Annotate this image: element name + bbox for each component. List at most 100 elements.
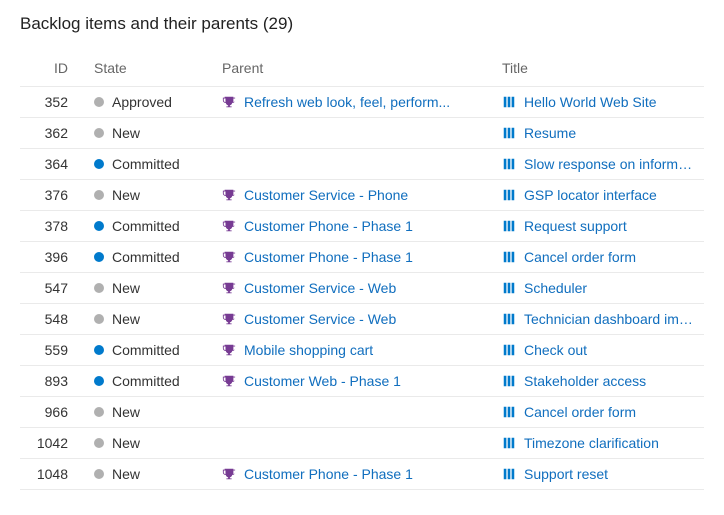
cell-state: New: [88, 397, 216, 428]
title-link[interactable]: Cancel order form: [524, 404, 698, 420]
cell-title: Hello World Web Site: [496, 87, 704, 118]
feature-icon: [222, 188, 236, 202]
pbi-icon: [502, 126, 516, 140]
table-row[interactable]: 362 New Resume: [20, 118, 704, 149]
title-link[interactable]: Stakeholder access: [524, 373, 698, 389]
parent-link[interactable]: Refresh web look, feel, perform...: [244, 94, 490, 110]
cell-parent: Refresh web look, feel, perform...: [216, 87, 496, 118]
table-row[interactable]: 547 New Customer Service - Web Scheduler: [20, 273, 704, 304]
pbi-icon: [502, 405, 516, 419]
title-link[interactable]: Scheduler: [524, 280, 698, 296]
feature-icon: [222, 281, 236, 295]
title-link[interactable]: Resume: [524, 125, 698, 141]
cell-title: Stakeholder access: [496, 366, 704, 397]
title-link[interactable]: GSP locator interface: [524, 187, 698, 203]
state-text: Committed: [112, 218, 180, 234]
pbi-icon: [502, 250, 516, 264]
title-link[interactable]: Support reset: [524, 466, 698, 482]
table-row[interactable]: 376 New Customer Service - Phone GSP loc…: [20, 180, 704, 211]
backlog-table: ID State Parent Title 352 Approved Refre…: [20, 52, 704, 490]
cell-title: Slow response on information form: [496, 149, 704, 180]
state-text: Committed: [112, 156, 180, 172]
pbi-icon: [502, 436, 516, 450]
pbi-icon: [502, 312, 516, 326]
title-link[interactable]: Timezone clarification: [524, 435, 698, 451]
header-parent[interactable]: Parent: [216, 52, 496, 87]
title-link[interactable]: Slow response on information form: [524, 156, 698, 172]
cell-state: Committed: [88, 242, 216, 273]
parent-link[interactable]: Customer Phone - Phase 1: [244, 466, 490, 482]
header-state[interactable]: State: [88, 52, 216, 87]
pbi-icon: [502, 219, 516, 233]
cell-parent: [216, 428, 496, 459]
table-row[interactable]: 364 Committed Slow response on informati…: [20, 149, 704, 180]
table-row[interactable]: 378 Committed Customer Phone - Phase 1 R…: [20, 211, 704, 242]
title-link[interactable]: Technician dashboard improvements: [524, 311, 698, 327]
feature-icon: [222, 312, 236, 326]
table-row[interactable]: 559 Committed Mobile shopping cart Check…: [20, 335, 704, 366]
cell-id: 352: [20, 87, 88, 118]
state-dot-icon: [94, 252, 104, 262]
parent-link[interactable]: Customer Phone - Phase 1: [244, 249, 490, 265]
table-row[interactable]: 893 Committed Customer Web - Phase 1 Sta…: [20, 366, 704, 397]
table-row[interactable]: 396 Committed Customer Phone - Phase 1 C…: [20, 242, 704, 273]
pbi-icon: [502, 157, 516, 171]
cell-state: Approved: [88, 87, 216, 118]
cell-id: 396: [20, 242, 88, 273]
table-row[interactable]: 1042 New Timezone clarification: [20, 428, 704, 459]
parent-link[interactable]: Customer Service - Web: [244, 280, 490, 296]
state-dot-icon: [94, 190, 104, 200]
state-dot-icon: [94, 345, 104, 355]
header-id[interactable]: ID: [20, 52, 88, 87]
title-link[interactable]: Request support: [524, 218, 698, 234]
feature-icon: [222, 219, 236, 233]
title-link[interactable]: Cancel order form: [524, 249, 698, 265]
cell-parent: Mobile shopping cart: [216, 335, 496, 366]
title-link[interactable]: Hello World Web Site: [524, 94, 698, 110]
title-link[interactable]: Check out: [524, 342, 698, 358]
parent-link[interactable]: Customer Web - Phase 1: [244, 373, 490, 389]
cell-id: 364: [20, 149, 88, 180]
parent-link[interactable]: Customer Service - Phone: [244, 187, 490, 203]
cell-parent: Customer Phone - Phase 1: [216, 211, 496, 242]
cell-parent: Customer Service - Phone: [216, 180, 496, 211]
state-text: Committed: [112, 342, 180, 358]
page-title-count: 29: [269, 14, 288, 33]
parent-link[interactable]: Mobile shopping cart: [244, 342, 490, 358]
feature-icon: [222, 250, 236, 264]
header-row: ID State Parent Title: [20, 52, 704, 87]
state-dot-icon: [94, 376, 104, 386]
cell-parent: Customer Phone - Phase 1: [216, 459, 496, 490]
cell-id: 376: [20, 180, 88, 211]
cell-title: Cancel order form: [496, 242, 704, 273]
state-dot-icon: [94, 438, 104, 448]
cell-title: Technician dashboard improvements: [496, 304, 704, 335]
cell-state: Committed: [88, 366, 216, 397]
header-title[interactable]: Title: [496, 52, 704, 87]
parent-link[interactable]: Customer Phone - Phase 1: [244, 218, 490, 234]
cell-state: New: [88, 428, 216, 459]
cell-state: Committed: [88, 335, 216, 366]
table-row[interactable]: 1048 New Customer Phone - Phase 1 Suppor…: [20, 459, 704, 490]
feature-icon: [222, 374, 236, 388]
table-row[interactable]: 966 New Cancel order form: [20, 397, 704, 428]
cell-parent: [216, 118, 496, 149]
table-row[interactable]: 548 New Customer Service - Web Technicia…: [20, 304, 704, 335]
page-title-text: Backlog items and their parents: [20, 14, 258, 33]
parent-link[interactable]: Customer Service - Web: [244, 311, 490, 327]
cell-id: 966: [20, 397, 88, 428]
state-dot-icon: [94, 469, 104, 479]
state-text: New: [112, 125, 140, 141]
cell-state: Committed: [88, 211, 216, 242]
cell-state: Committed: [88, 149, 216, 180]
cell-id: 559: [20, 335, 88, 366]
cell-parent: Customer Service - Web: [216, 304, 496, 335]
cell-title: Check out: [496, 335, 704, 366]
cell-id: 1042: [20, 428, 88, 459]
cell-state: New: [88, 459, 216, 490]
state-text: New: [112, 280, 140, 296]
cell-parent: [216, 397, 496, 428]
cell-title: Scheduler: [496, 273, 704, 304]
table-row[interactable]: 352 Approved Refresh web look, feel, per…: [20, 87, 704, 118]
cell-id: 362: [20, 118, 88, 149]
